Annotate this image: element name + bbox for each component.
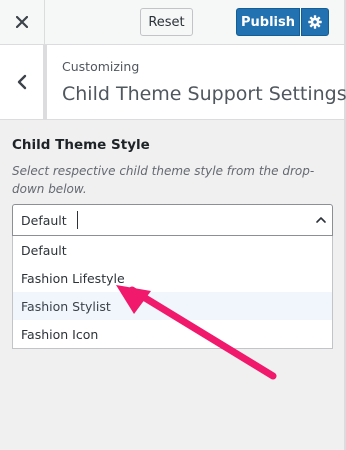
section-title: Child Theme Support Settings: [62, 83, 346, 105]
control-description: Select respective child theme style from…: [12, 164, 315, 196]
section-header: Customizing Child Theme Support Settings: [0, 45, 346, 120]
breadcrumb: Customizing: [62, 59, 140, 74]
control-title: Child Theme Style: [12, 137, 150, 153]
child-theme-style-select[interactable]: Default: [12, 204, 333, 236]
select-value: Default: [21, 213, 67, 228]
dropdown-list: Default Fashion Lifestyle Fashion Stylis…: [12, 236, 333, 349]
customizer-header: Reset Publish: [0, 0, 344, 45]
text-caret: [77, 211, 78, 229]
dropdown-option-default[interactable]: Default: [13, 236, 332, 264]
dropdown-option-fashion-stylist[interactable]: Fashion Stylist: [13, 292, 332, 320]
gear-icon: [308, 15, 322, 29]
dropdown-option-fashion-lifestyle[interactable]: Fashion Lifestyle: [13, 264, 332, 292]
publish-settings-button[interactable]: [301, 8, 329, 36]
close-button[interactable]: [0, 0, 45, 44]
publish-button[interactable]: Publish: [236, 8, 300, 36]
chevron-up-icon: [316, 217, 326, 223]
reset-button[interactable]: Reset: [140, 8, 193, 36]
back-button[interactable]: [0, 45, 47, 119]
chevron-left-icon: [17, 74, 26, 90]
close-icon: [16, 16, 28, 28]
dropdown-option-fashion-icon[interactable]: Fashion Icon: [13, 320, 332, 348]
